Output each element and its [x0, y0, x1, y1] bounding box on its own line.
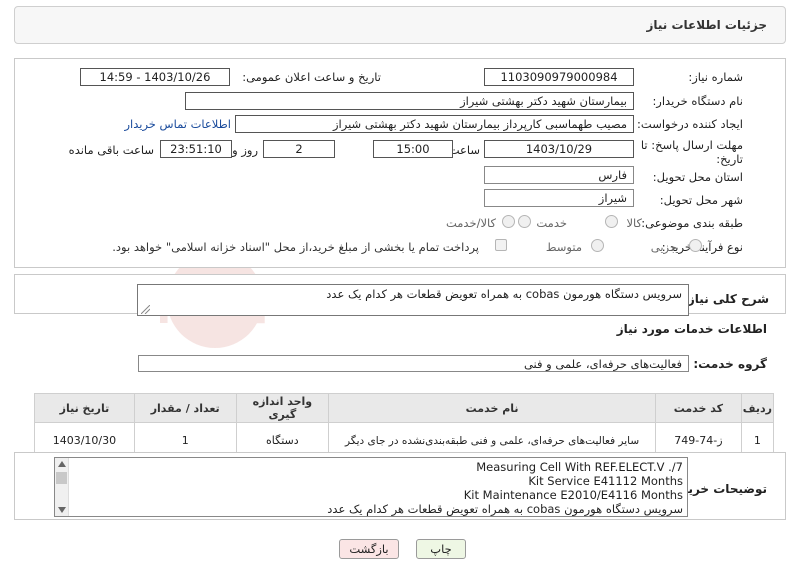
- summary-text: سرویس دستگاه هورمون cobas به همراه تعویض…: [326, 287, 682, 301]
- col-header-date: تاریخ نیاز: [34, 393, 135, 423]
- page-title: جزئیات اطلاعات نیاز: [646, 18, 767, 32]
- summary-label: شرح کلی نیاز:: [683, 292, 769, 306]
- category-option-service: خدمت: [536, 216, 567, 230]
- print-button[interactable]: چاپ: [416, 539, 466, 559]
- category-label: طبقه بندی موضوعی:: [641, 216, 743, 230]
- resize-grip-icon[interactable]: [141, 305, 150, 314]
- creator-field: مصیب طهماسبی کارپرداز بیمارستان شهید دکت…: [235, 115, 634, 133]
- remaining-time-field: 23:51:10: [160, 140, 232, 158]
- category-radio-goods[interactable]: [605, 215, 618, 228]
- time-label: ساعت: [448, 143, 480, 157]
- city-field: شیراز: [484, 189, 634, 207]
- table-header-row: ردیف کد خدمت نام خدمت واحد اندازه گیری ت…: [34, 393, 775, 423]
- announce-field: 1403/10/26 - 14:59: [80, 68, 230, 86]
- deadline-date-field: 1403/10/29: [484, 140, 634, 158]
- summary-textarea[interactable]: سرویس دستگاه هورمون cobas به همراه تعویض…: [137, 284, 689, 316]
- need-number-label: شماره نیاز:: [688, 70, 743, 84]
- buyer-org-label: نام دستگاه خریدار:: [652, 94, 743, 108]
- services-table: ردیف کد خدمت نام خدمت واحد اندازه گیری ت…: [34, 393, 775, 459]
- process-radio-medium[interactable]: [591, 239, 604, 252]
- announce-label: تاریخ و ساعت اعلان عمومی:: [242, 70, 381, 84]
- category-radio-service[interactable]: [518, 215, 531, 228]
- notes-line-1: Measuring Cell With REF.ELECT.V ./7: [476, 460, 683, 474]
- service-group-field: فعالیت‌های حرفه‌ای، علمی و فنی: [138, 355, 689, 372]
- col-header-code: کد خدمت: [654, 393, 742, 423]
- category-option-goods: کالا: [626, 216, 642, 230]
- days-label: روز و: [232, 143, 258, 157]
- category-option-both: کالا/خدمت: [445, 216, 496, 230]
- deadline-time-field: 15:00: [373, 140, 453, 158]
- need-number-field: 1103090979000984: [484, 68, 634, 86]
- creator-label: ایجاد کننده درخواست:: [637, 117, 743, 131]
- buyer-org-field: بیمارستان شهید دکتر بهشتی شیراز: [185, 92, 634, 110]
- days-field: 2: [263, 140, 335, 158]
- deadline-date-label: تاریخ:: [716, 152, 743, 166]
- service-group-label: گروه خدمت:: [693, 357, 767, 371]
- back-button[interactable]: بازگشت: [339, 539, 399, 559]
- deadline-label: مهلت ارسال پاسخ: تا: [640, 138, 743, 152]
- process-option-medium: متوسط: [545, 240, 582, 254]
- notes-line-4: سرویس دستگاه هورمون cobas به همراه تعویض…: [327, 502, 683, 516]
- services-section-title: اطلاعات خدمات مورد نیاز: [616, 322, 767, 336]
- process-radio-minor[interactable]: [689, 239, 702, 252]
- col-header-row: ردیف: [740, 393, 775, 423]
- notes-line-2: Kit Service E41112 Months: [528, 474, 683, 488]
- process-option-minor: جزیی: [650, 240, 677, 254]
- scroll-up-icon[interactable]: [58, 461, 66, 467]
- scroll-down-icon[interactable]: [58, 507, 66, 513]
- province-field: فارس: [484, 166, 634, 184]
- details-panel: [14, 58, 786, 268]
- notes-line-3: Kit Maintenance E2010/E4116 Months: [463, 488, 683, 502]
- buyer-notes-box[interactable]: Measuring Cell With REF.ELECT.V ./7 Kit …: [54, 457, 688, 517]
- payment-note: پرداخت تمام یا بخشی از مبلغ خرید،از محل …: [112, 240, 479, 254]
- col-header-qty: تعداد / مقدار: [133, 393, 237, 423]
- col-header-name: نام خدمت: [328, 393, 656, 423]
- city-label: شهر محل تحویل:: [659, 193, 743, 207]
- remaining-label: ساعت باقی مانده: [68, 143, 154, 157]
- province-label: استان محل تحویل:: [652, 170, 743, 184]
- scrollbar[interactable]: [55, 458, 69, 516]
- contact-buyer-link[interactable]: اطلاعات تماس خریدار: [124, 117, 231, 131]
- page-header: جزئیات اطلاعات نیاز: [14, 6, 786, 44]
- treasury-checkbox[interactable]: [495, 239, 507, 251]
- category-radio-both[interactable]: [502, 215, 515, 228]
- scroll-thumb[interactable]: [56, 472, 67, 484]
- col-header-unit: واحد اندازه گیری: [235, 393, 330, 423]
